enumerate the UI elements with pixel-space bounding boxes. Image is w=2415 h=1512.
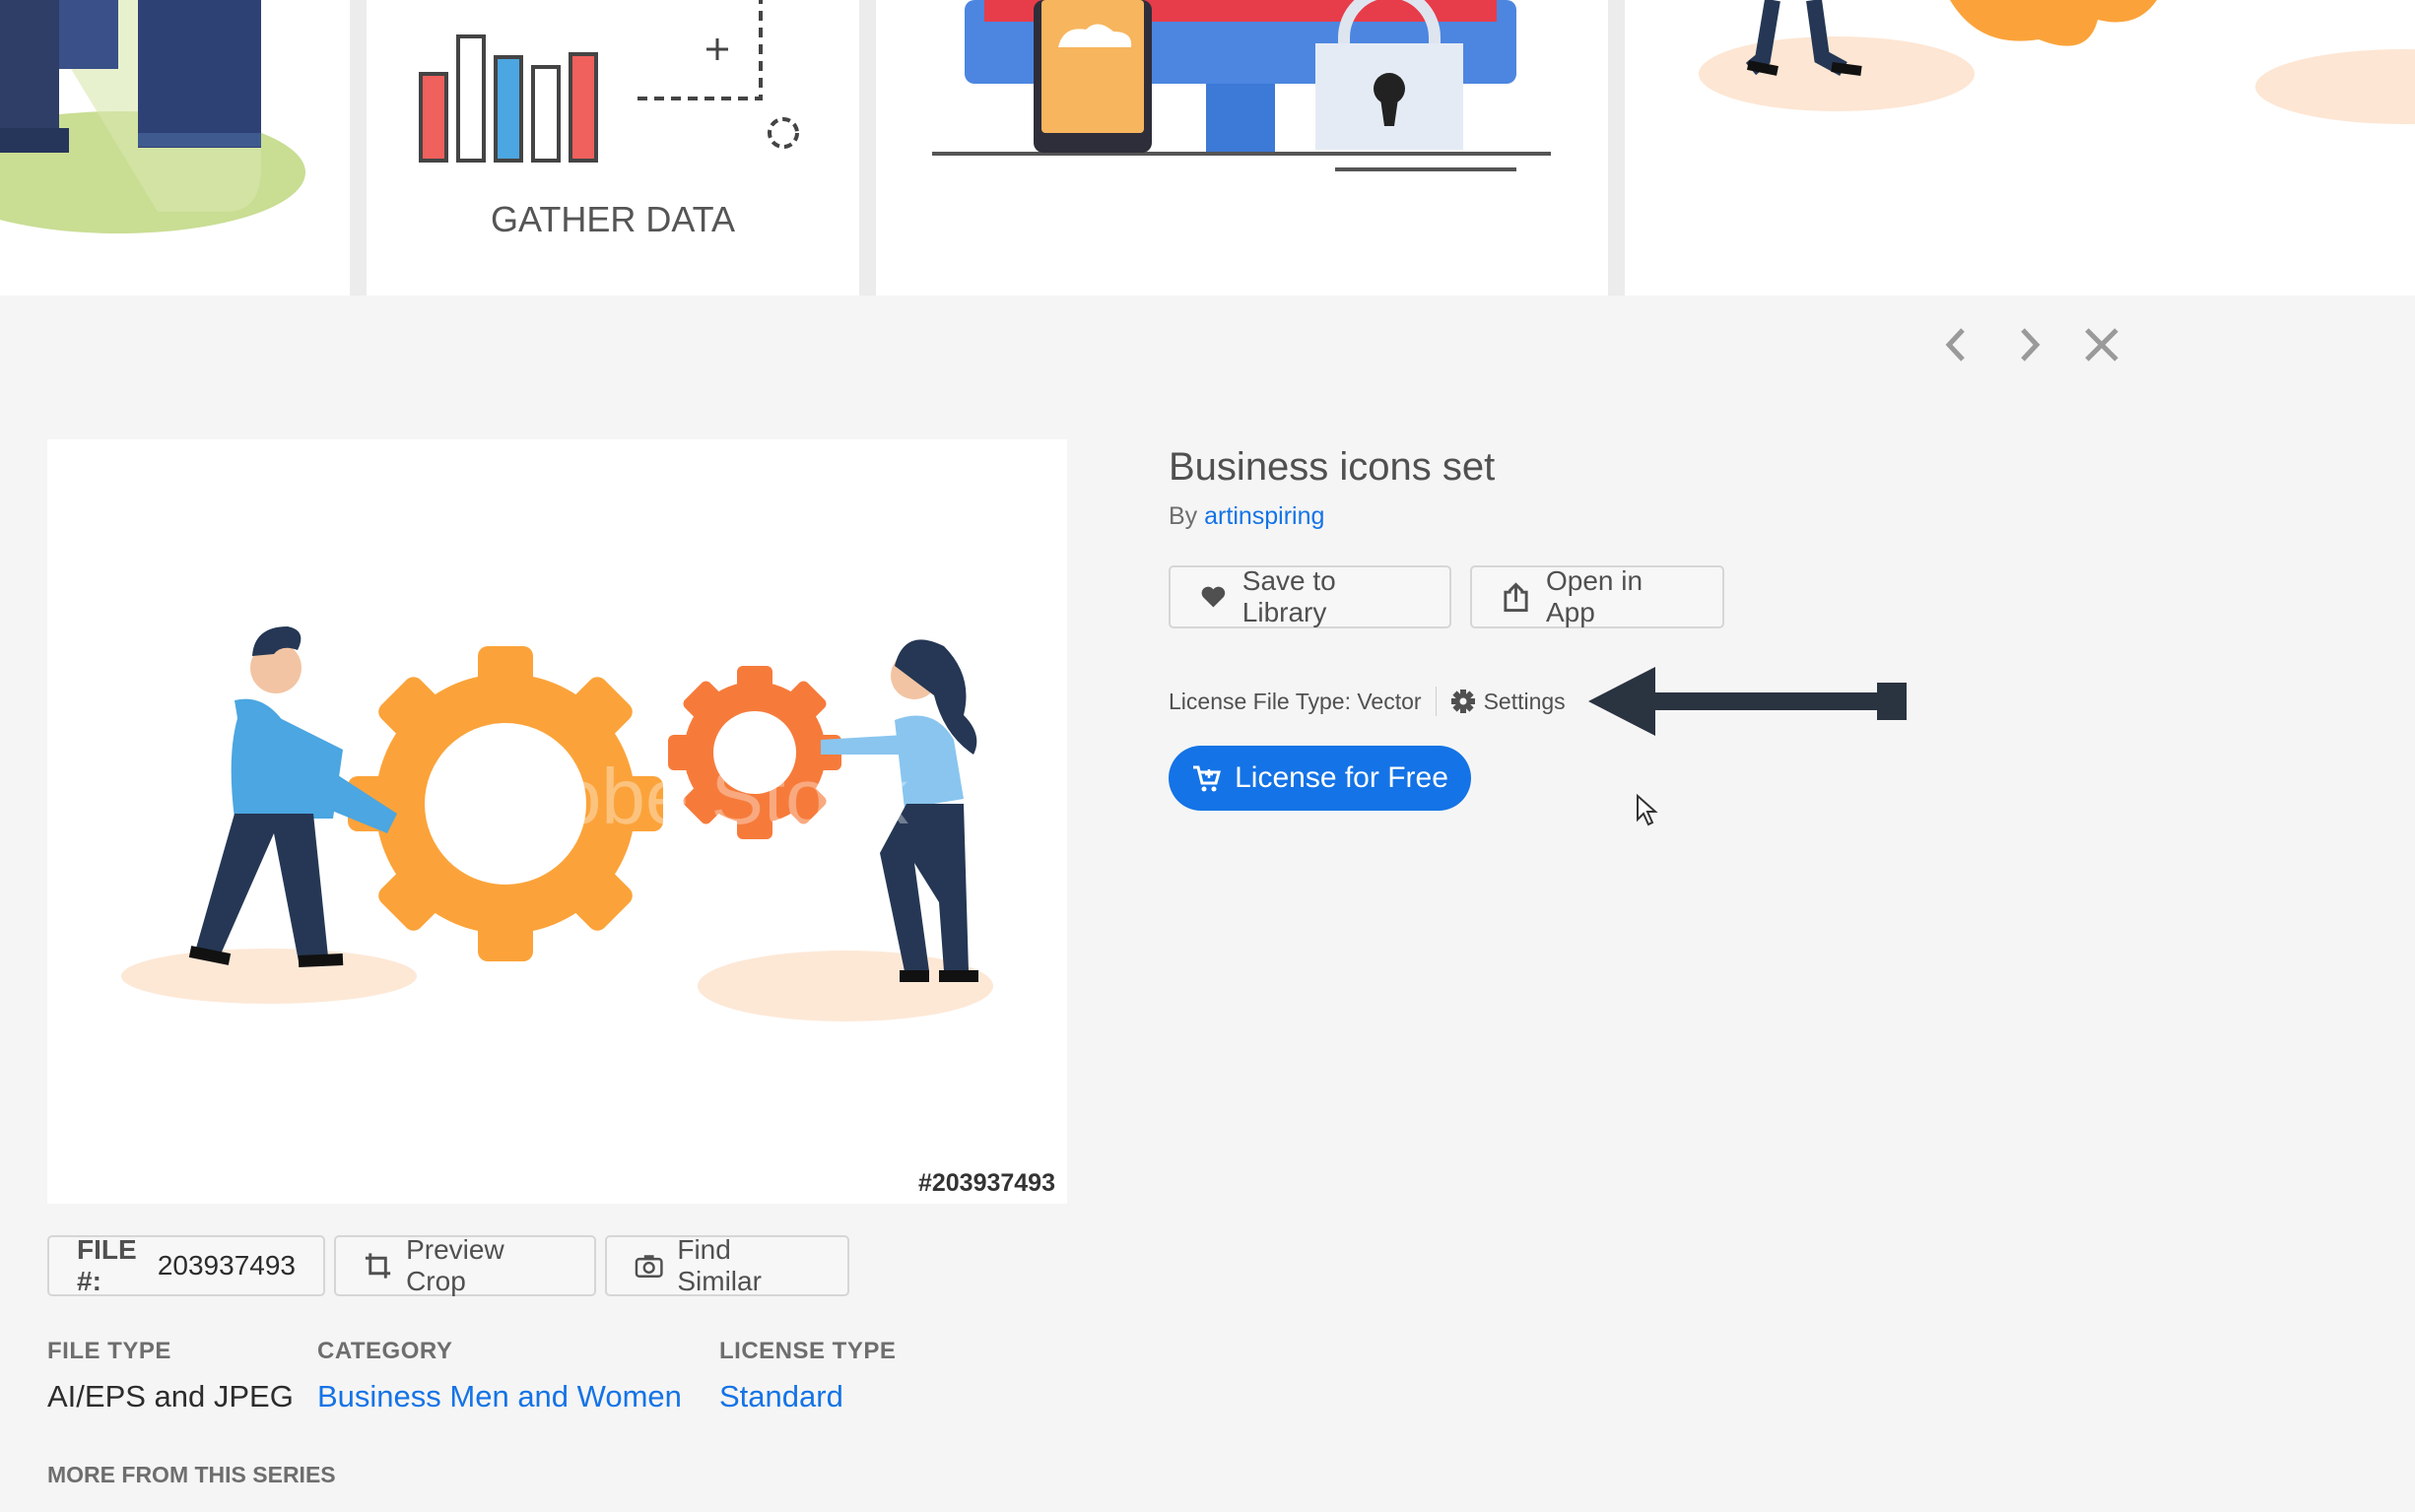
crop-icon bbox=[365, 1253, 391, 1279]
settings-label: Settings bbox=[1483, 688, 1566, 714]
license-for-free-button[interactable]: License for Free bbox=[1169, 746, 1471, 811]
divider bbox=[1435, 687, 1437, 716]
heart-icon bbox=[1201, 586, 1226, 608]
preview-crop-label: Preview Crop bbox=[406, 1234, 504, 1296]
share-icon bbox=[1504, 582, 1528, 612]
mouse-cursor-icon bbox=[1637, 794, 1658, 826]
license-for-free-label: License for Free bbox=[1235, 761, 1448, 794]
previous-button[interactable] bbox=[1932, 320, 1981, 369]
close-button[interactable] bbox=[2077, 320, 2126, 369]
watermark: Adobe Stock bbox=[461, 753, 909, 840]
preview-crop-button[interactable]: Preview Crop bbox=[334, 1234, 596, 1296]
open-in-app-button[interactable]: Open in App bbox=[1470, 565, 1724, 628]
close-icon bbox=[2085, 328, 2118, 362]
file-number-box[interactable]: FILE #: 203937493 bbox=[47, 1234, 325, 1296]
annotation-arrow-icon bbox=[1588, 667, 1907, 736]
thumbnail-2[interactable]: GATHER DATA bbox=[367, 0, 859, 296]
thumbnail-4[interactable] bbox=[1625, 0, 2415, 296]
save-to-library-label: Save to Library bbox=[1241, 565, 1336, 627]
thumbnail-strip: GATHER DATA bbox=[0, 0, 2415, 296]
chevron-left-icon bbox=[1945, 328, 1965, 362]
file-type-value: AI/EPS and JPEG bbox=[47, 1379, 294, 1413]
category-link[interactable]: Business Men and Women bbox=[317, 1379, 682, 1414]
preview-file-id: #203937493 bbox=[917, 1169, 1055, 1197]
meta-category: CATEGORY Business Men and Women bbox=[317, 1338, 682, 1414]
file-type-heading: FILE TYPE bbox=[47, 1338, 171, 1364]
meta-license-type: LICENSE TYPE Standard bbox=[719, 1338, 896, 1414]
license-file-type-text: License File Type: Vector bbox=[1169, 688, 1422, 714]
byline-prefix: By bbox=[1169, 502, 1198, 530]
chevron-right-icon bbox=[2021, 328, 2041, 362]
thumbnail-2-caption: GATHER DATA bbox=[491, 199, 735, 239]
settings-button[interactable]: Settings bbox=[1450, 689, 1566, 715]
author-link[interactable]: artinspiring bbox=[1204, 502, 1324, 530]
find-similar-button[interactable]: Find Similar bbox=[605, 1234, 849, 1296]
meta-file-type: FILE TYPE AI/EPS and JPEG bbox=[47, 1338, 294, 1414]
thumbnail-3[interactable] bbox=[876, 0, 1608, 296]
license-file-type-row: License File Type: Vector Settings bbox=[1169, 687, 1566, 716]
camera-icon bbox=[635, 1255, 663, 1278]
asset-title: Business icons set bbox=[1169, 445, 1496, 489]
category-heading: CATEGORY bbox=[317, 1338, 453, 1364]
license-type-heading: LICENSE TYPE bbox=[719, 1338, 897, 1364]
byline: By artinspiring bbox=[1169, 502, 1324, 531]
save-to-library-button[interactable]: Save to Library bbox=[1169, 565, 1451, 628]
more-from-series-heading: MORE FROM THIS SERIES bbox=[47, 1462, 336, 1487]
open-in-app-label: Open in App bbox=[1546, 565, 1644, 627]
next-button[interactable] bbox=[2004, 320, 2053, 369]
thumbnail-1[interactable] bbox=[0, 0, 350, 296]
cart-icon bbox=[1193, 765, 1222, 792]
asset-preview[interactable]: Adobe Stock #203937493 bbox=[47, 439, 1067, 1204]
file-number-value: 203937493 bbox=[157, 1250, 296, 1281]
gear-icon bbox=[1450, 690, 1475, 713]
find-similar-label: Find Similar bbox=[677, 1234, 762, 1296]
license-type-link[interactable]: Standard bbox=[719, 1379, 896, 1414]
file-number-label: FILE #: bbox=[77, 1234, 137, 1296]
